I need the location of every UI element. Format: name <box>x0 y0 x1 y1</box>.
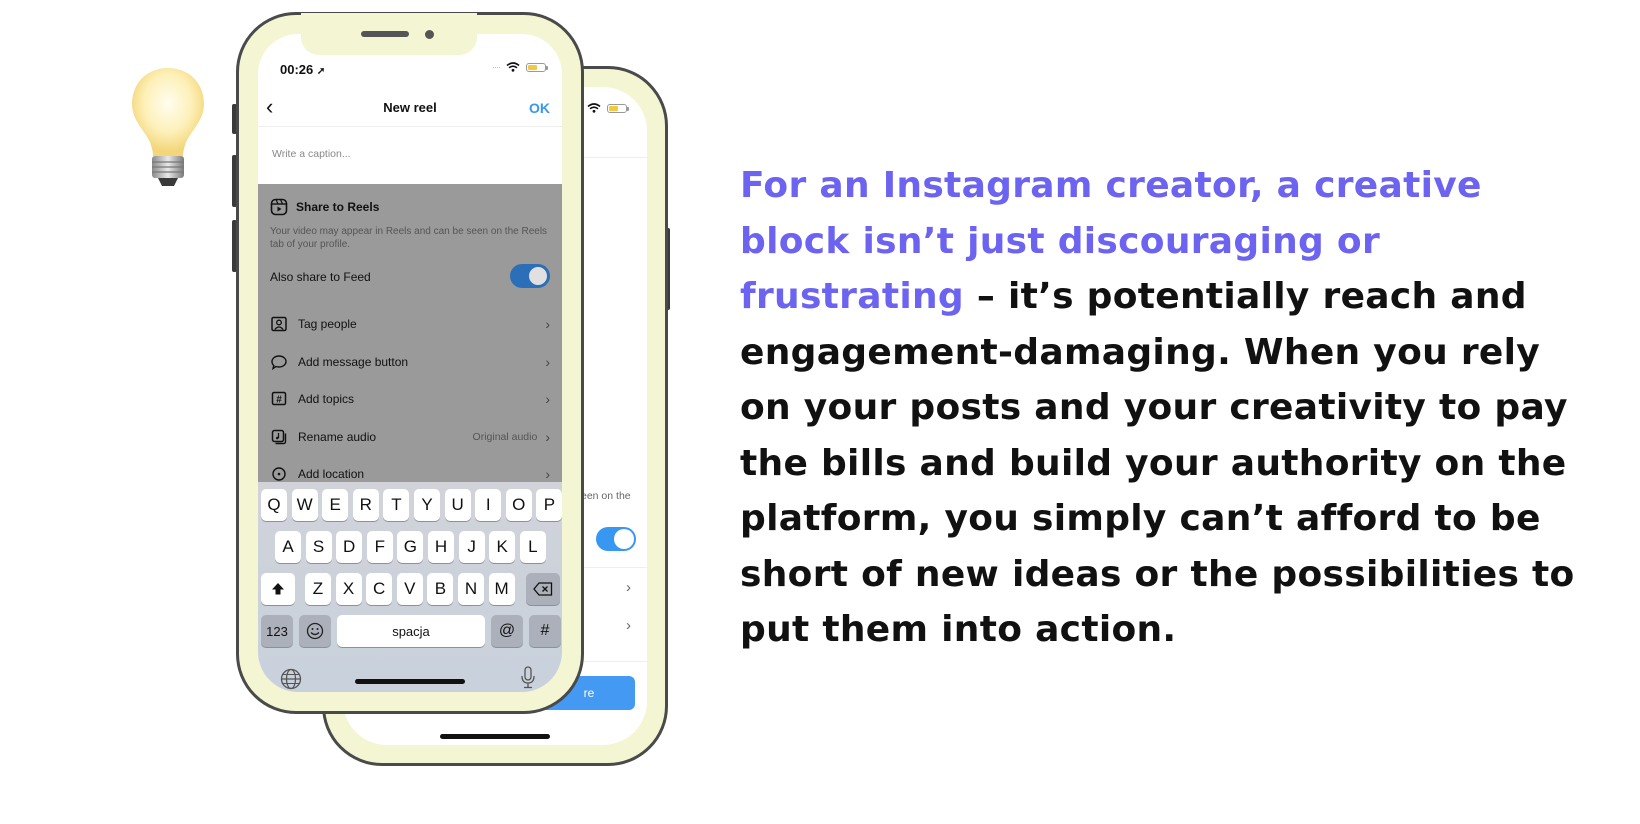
key-k[interactable]: K <box>489 531 516 563</box>
front-phone: 00:26 ➚ ···· ‹ New reel OK Write a capti… <box>236 12 584 714</box>
share-button-label: re <box>583 686 595 700</box>
key-e[interactable]: E <box>322 489 349 521</box>
chevron-right-icon: › <box>545 429 550 445</box>
reels-icon <box>270 198 288 216</box>
battery-icon <box>607 103 629 113</box>
audio-icon <box>270 428 288 446</box>
hashtag-icon: # <box>270 390 288 408</box>
also-share-feed-label: Also share to Feed <box>270 270 371 284</box>
key-s[interactable]: S <box>305 531 332 563</box>
key-h[interactable]: H <box>428 531 454 563</box>
caption-input[interactable]: Write a caption... <box>272 148 351 160</box>
at-key[interactable]: @ <box>491 615 523 647</box>
backspace-icon <box>533 582 553 596</box>
share-options-panel: Share to Reels Your video may appear in … <box>258 184 562 484</box>
key-b[interactable]: B <box>427 573 454 605</box>
key-p[interactable]: P <box>536 489 562 521</box>
emoji-key[interactable] <box>299 615 331 647</box>
chevron-right-icon: › <box>626 579 631 596</box>
back-status-bar <box>587 103 629 113</box>
space-key[interactable]: spacja <box>337 615 485 647</box>
key-g[interactable]: G <box>397 531 424 563</box>
tag-person-icon <box>270 315 288 333</box>
also-share-feed-toggle[interactable] <box>510 264 550 288</box>
menu-item-value: Original audio <box>472 431 538 443</box>
globe-icon[interactable] <box>280 668 302 690</box>
menu-item-label: Rename audio <box>298 430 377 444</box>
lightbulb-icon <box>132 68 204 186</box>
status-icons: ···· <box>492 62 548 72</box>
home-indicator <box>440 734 550 739</box>
front-phone-screen: 00:26 ➚ ···· ‹ New reel OK Write a capti… <box>258 34 562 692</box>
menu-item-tag-people[interactable]: Tag people › <box>270 314 550 334</box>
page-title: New reel <box>383 100 437 115</box>
wifi-icon <box>506 62 520 72</box>
key-l[interactable]: L <box>519 531 546 563</box>
key-d[interactable]: D <box>336 531 363 563</box>
menu-item-label: Add topics <box>298 392 355 406</box>
wifi-icon <box>587 103 601 113</box>
home-indicator <box>355 679 465 684</box>
shift-key[interactable] <box>261 573 295 605</box>
emoji-icon <box>306 622 324 640</box>
hash-key[interactable]: # <box>529 615 561 647</box>
menu-item-label: Add message button <box>298 355 409 369</box>
headline-body-text: – it’s potentially reach and engagement-… <box>740 276 1575 650</box>
key-y[interactable]: Y <box>414 489 440 521</box>
status-time: 00:26 ➚ <box>280 62 326 77</box>
key-u[interactable]: U <box>444 489 471 521</box>
shift-arrow-icon <box>272 583 284 595</box>
key-j[interactable]: J <box>458 531 485 563</box>
chevron-right-icon: › <box>545 354 550 370</box>
ok-button[interactable]: OK <box>529 100 550 116</box>
location-arrow-icon: ➚ <box>316 66 326 77</box>
phone-notch <box>301 13 477 55</box>
message-bubble-icon <box>270 353 288 371</box>
key-x[interactable]: X <box>335 573 362 605</box>
key-t[interactable]: T <box>383 489 410 521</box>
key-q[interactable]: Q <box>261 489 287 521</box>
chevron-right-icon: › <box>545 391 550 407</box>
key-a[interactable]: A <box>275 531 301 563</box>
menu-item-add-topics[interactable]: # Add topics › <box>270 389 550 409</box>
share-to-reels-description: Your video may appear in Reels and can b… <box>270 226 548 250</box>
share-to-reels-title: Share to Reels <box>296 200 380 214</box>
back-description-text: een on the <box>581 490 631 502</box>
key-c[interactable]: C <box>366 573 393 605</box>
back-feed-toggle[interactable] <box>596 527 636 551</box>
microphone-icon[interactable] <box>520 666 536 690</box>
battery-icon <box>526 62 548 72</box>
keyboard: QWERTYUIOP ASDFGHJKL ZXCVBNM 123 spacja … <box>258 482 562 692</box>
key-z[interactable]: Z <box>305 573 331 605</box>
numbers-key[interactable]: 123 <box>261 615 293 647</box>
chevron-right-icon: › <box>626 617 631 634</box>
key-i[interactable]: I <box>475 489 502 521</box>
svg-text:#: # <box>276 395 282 406</box>
chevron-right-icon: › <box>545 466 550 482</box>
key-f[interactable]: F <box>366 531 393 563</box>
menu-item-label: Tag people <box>298 317 357 331</box>
menu-item-label: Add location <box>298 467 365 481</box>
delete-key[interactable] <box>526 573 560 605</box>
menu-item-add-location[interactable]: Add location › <box>270 464 550 484</box>
menu-item-add-message-button[interactable]: Add message button › <box>270 352 550 372</box>
headline-paragraph: For an Instagram creator, a creative blo… <box>740 158 1600 658</box>
key-o[interactable]: O <box>505 489 532 521</box>
key-n[interactable]: N <box>458 573 484 605</box>
key-v[interactable]: V <box>396 573 423 605</box>
location-pin-icon <box>270 465 288 483</box>
nav-bar: ‹ New reel OK <box>258 90 562 127</box>
menu-item-rename-audio[interactable]: Rename audio Original audio › <box>270 427 550 447</box>
key-m[interactable]: M <box>488 573 515 605</box>
chevron-right-icon: › <box>545 316 550 332</box>
signal-dots-icon: ···· <box>492 62 501 72</box>
key-r[interactable]: R <box>352 489 379 521</box>
key-w[interactable]: W <box>291 489 318 521</box>
